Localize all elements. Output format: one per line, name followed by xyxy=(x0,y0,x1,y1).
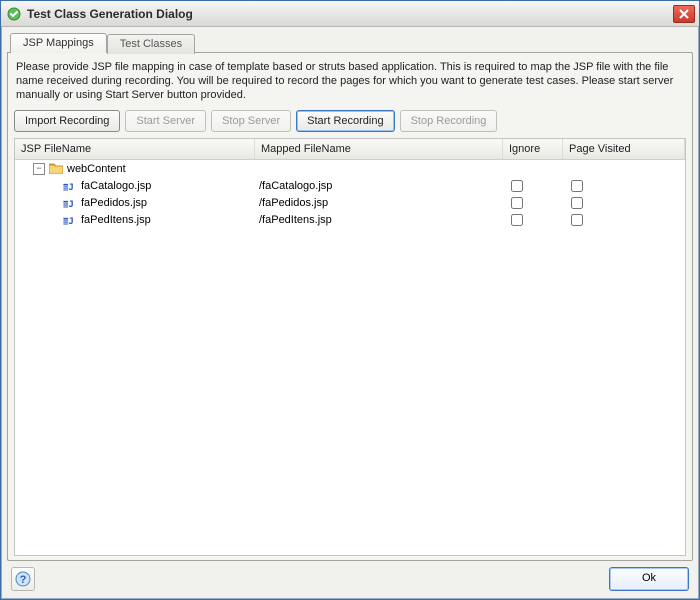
app-icon xyxy=(7,7,21,21)
jsp-file-icon: ≣J xyxy=(63,197,77,209)
svg-text:≣J: ≣J xyxy=(63,217,74,226)
description-text: Please provide JSP file mapping in case … xyxy=(14,59,686,108)
jsp-file-icon: ≣J xyxy=(63,214,77,226)
tab-bar: JSP Mappings Test Classes xyxy=(7,33,693,53)
table-header: JSP FileName Mapped FileName Ignore Page… xyxy=(15,139,685,160)
table-body[interactable]: − webContent xyxy=(15,160,685,555)
file-name: faPedItens.jsp xyxy=(81,214,151,226)
svg-text:≣J: ≣J xyxy=(63,183,74,192)
folder-icon xyxy=(49,163,63,174)
dialog-window: Test Class Generation Dialog JSP Mapping… xyxy=(0,0,700,600)
col-ignore[interactable]: Ignore xyxy=(503,139,563,159)
svg-text:?: ? xyxy=(20,574,27,586)
mapped-name: /faPedItens.jsp xyxy=(259,214,332,226)
close-button[interactable] xyxy=(673,5,695,23)
table-row[interactable]: ≣J faCatalogo.jsp /faCatalogo.jsp xyxy=(15,177,685,194)
tab-panel: Please provide JSP file mapping in case … xyxy=(7,52,693,561)
ignore-checkbox[interactable] xyxy=(511,180,523,192)
svg-text:≣J: ≣J xyxy=(63,200,74,209)
page-visited-checkbox[interactable] xyxy=(571,214,583,226)
footer: ? Ok xyxy=(7,561,693,593)
col-page-visited[interactable]: Page Visited xyxy=(563,139,685,159)
col-jsp-filename[interactable]: JSP FileName xyxy=(15,139,255,159)
mapped-name: /faCatalogo.jsp xyxy=(259,180,332,192)
dialog-body: JSP Mappings Test Classes Please provide… xyxy=(1,27,699,599)
file-name: faPedidos.jsp xyxy=(81,197,147,209)
stop-server-button: Stop Server xyxy=(211,110,291,132)
import-recording-button[interactable]: Import Recording xyxy=(14,110,120,132)
col-mapped-filename[interactable]: Mapped FileName xyxy=(255,139,503,159)
jsp-file-icon: ≣J xyxy=(63,180,77,192)
ignore-checkbox[interactable] xyxy=(511,197,523,209)
tab-jsp-mappings[interactable]: JSP Mappings xyxy=(10,33,107,53)
tab-test-classes[interactable]: Test Classes xyxy=(107,34,195,54)
help-button[interactable]: ? xyxy=(11,567,35,591)
titlebar: Test Class Generation Dialog xyxy=(1,1,699,27)
start-server-button: Start Server xyxy=(125,110,206,132)
mapped-name: /faPedidos.jsp xyxy=(259,197,328,209)
tree-toggle-icon[interactable]: − xyxy=(33,163,45,175)
page-visited-checkbox[interactable] xyxy=(571,180,583,192)
file-name: faCatalogo.jsp xyxy=(81,180,151,192)
window-title: Test Class Generation Dialog xyxy=(27,7,193,21)
tree-root-label: webContent xyxy=(67,163,126,175)
ok-button[interactable]: Ok xyxy=(609,567,689,591)
ignore-checkbox[interactable] xyxy=(511,214,523,226)
toolbar: Import Recording Start Server Stop Serve… xyxy=(14,108,686,138)
start-recording-button[interactable]: Start Recording xyxy=(296,110,394,132)
table-row[interactable]: ≣J faPedidos.jsp /faPedidos.jsp xyxy=(15,194,685,211)
table-row[interactable]: ≣J faPedItens.jsp /faPedItens.jsp xyxy=(15,211,685,228)
page-visited-checkbox[interactable] xyxy=(571,197,583,209)
tree-root-row[interactable]: − webContent xyxy=(15,160,685,177)
mapping-table: JSP FileName Mapped FileName Ignore Page… xyxy=(14,138,686,556)
stop-recording-button: Stop Recording xyxy=(400,110,498,132)
